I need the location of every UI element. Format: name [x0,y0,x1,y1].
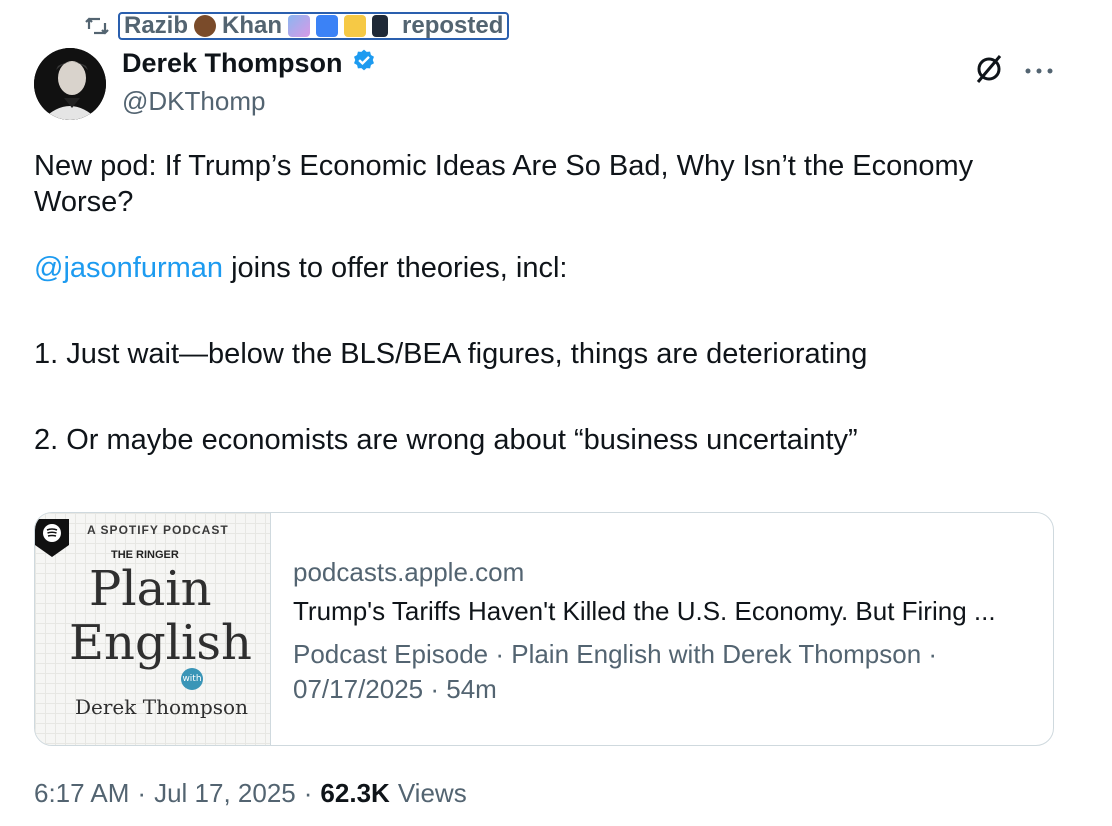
book-emoji-icon [316,15,339,37]
author-row: Derek Thompson [122,48,377,79]
tweet-meta: 6:17 AM · Jul 17, 2025 · 62.3K Views [34,778,467,809]
tweet-time[interactable]: 6:17 AM [34,778,129,809]
views-label: Views [397,778,467,808]
thumb-ringer: THE RINGER [111,549,179,561]
tweet-point-1: 1. Just wait—below the BLS/BEA figures, … [34,338,868,370]
reposter-name-link[interactable]: Razib Khan reposted [118,12,510,40]
dna-emoji-icon [288,15,311,37]
mention-link[interactable]: @jasonfurman [34,252,223,284]
card-title: Trump's Tariffs Haven't Killed the U.S. … [293,596,996,626]
author-handle[interactable]: @DKThomp [122,86,265,117]
tweet-text: New pod: If Trump’s Economic Ideas Are S… [34,148,1064,458]
top-actions [972,52,1054,91]
link-card[interactable]: A SPOTIFY PODCAST THE RINGER Plain Engli… [34,512,1054,746]
repost-suffix: reposted [402,12,504,39]
card-body: podcasts.apple.com Trump's Tariffs Haven… [293,557,1033,707]
repost-header: Razib Khan reposted [82,10,510,42]
thumb-label: A SPOTIFY PODCAST [87,523,229,537]
card-description: Podcast Episode · Plain English with Der… [293,639,938,704]
card-domain: podcasts.apple.com [293,557,525,587]
meta-separator: · [137,778,147,808]
views-count: 62.3K [320,778,390,808]
tweet-date[interactable]: Jul 17, 2025 [154,778,296,809]
writing-hand-emoji-icon [344,15,367,37]
verified-badge-icon[interactable] [351,48,377,79]
tweet-line-mention: @jasonfurman joins to offer theories, in… [34,250,1064,286]
spotify-icon [35,519,69,557]
more-icon[interactable] [1024,63,1054,81]
coconut-emoji-icon [194,15,217,37]
thumb-title-2: English [69,615,252,671]
repost-icon [82,14,112,38]
tweet-line-1: New pod: If Trump’s Economic Ideas Are S… [34,150,974,218]
author-name[interactable]: Derek Thompson [122,48,343,79]
phone-emoji-icon [372,15,389,37]
podcast-thumbnail: A SPOTIFY PODCAST THE RINGER Plain Engli… [35,513,271,745]
grok-icon[interactable] [972,52,1006,91]
tweet-point-2: 2. Or maybe economists are wrong about “… [34,424,858,456]
reposter-name-part2: Khan [222,12,283,39]
meta-separator: · [303,778,313,808]
thumb-title-1: Plain [89,561,212,617]
reposter-name-part1: Razib [124,12,189,39]
avatar[interactable] [34,48,106,120]
thumb-author: Derek Thompson [75,695,248,719]
thumb-with: with [181,668,203,690]
mention-suffix: joins to offer theories, incl: [223,252,568,284]
